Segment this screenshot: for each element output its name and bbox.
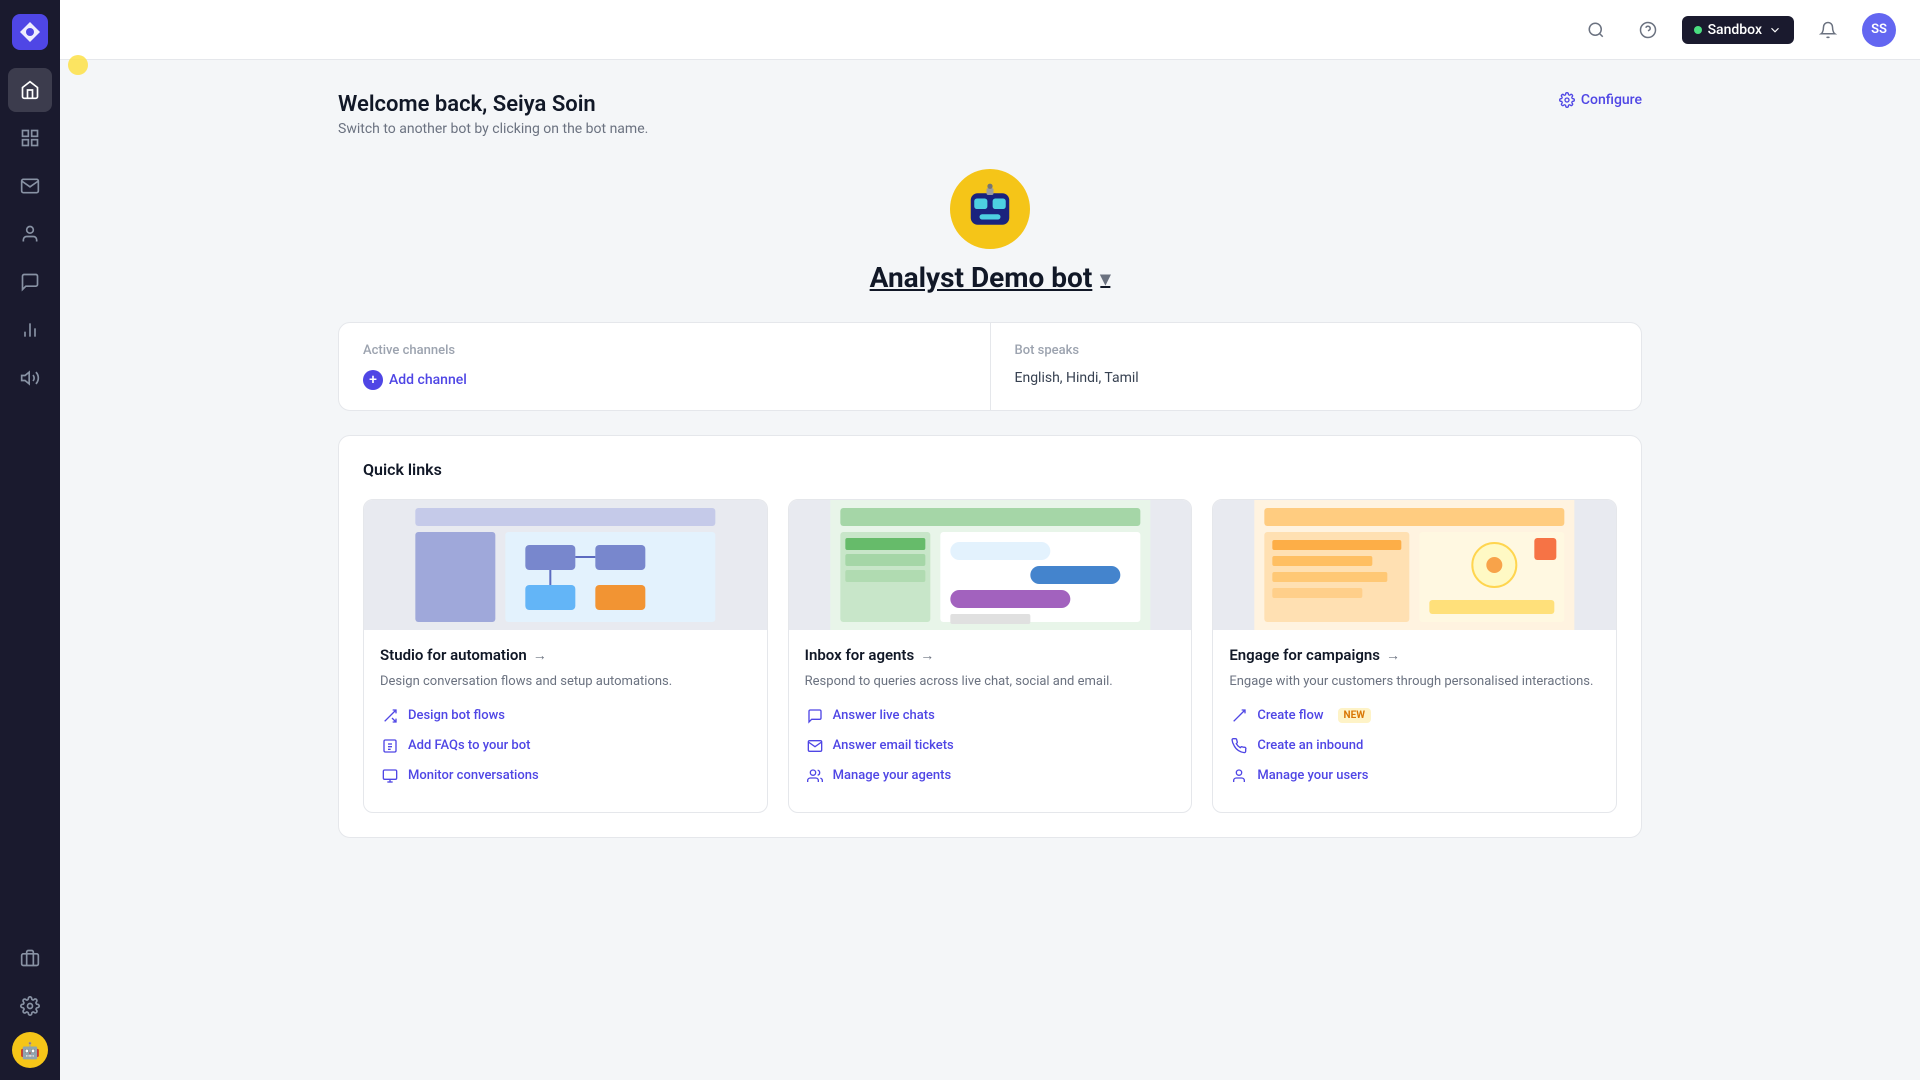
page-content: Welcome back, Seiya Soin Switch to anoth… <box>290 60 1690 1080</box>
sidebar-item-contacts[interactable] <box>8 212 52 256</box>
bot-speaks-label: Bot speaks <box>1015 343 1618 358</box>
user-initials: SS <box>1871 22 1887 37</box>
sidebar: 🤖 <box>0 0 60 1080</box>
ql-link-design-flows[interactable]: Design bot flows <box>380 706 751 726</box>
sidebar-item-conversations[interactable] <box>8 260 52 304</box>
bot-name-chevron-icon: ▾ <box>1100 266 1110 290</box>
ql-card-studio-title: Studio for automation → <box>380 646 751 664</box>
createflow-icon <box>1229 706 1249 726</box>
new-badge: NEW <box>1338 708 1371 723</box>
topbar: Sandbox SS <box>60 0 1920 60</box>
bot-avatar-sidebar[interactable]: 🤖 <box>12 1032 48 1068</box>
chat-icon <box>805 706 825 726</box>
ql-card-studio-body: Studio for automation → Design conversat… <box>364 630 767 812</box>
sandbox-selector[interactable]: Sandbox <box>1682 16 1794 44</box>
sidebar-item-settings[interactable] <box>8 984 52 1028</box>
bot-languages: English, Hindi, Tamil <box>1015 370 1618 386</box>
sandbox-label: Sandbox <box>1708 22 1762 38</box>
sidebar-item-analytics[interactable] <box>8 308 52 352</box>
ql-link-email-tickets[interactable]: Answer email tickets <box>805 736 1176 756</box>
ql-link-create-inbound[interactable]: Create an inbound <box>1229 736 1600 756</box>
main-content: Sandbox SS Welcome back, Seiya Soin Swit… <box>60 0 1920 1080</box>
configure-button[interactable]: Configure <box>1559 92 1642 108</box>
agents-icon <box>805 766 825 786</box>
add-channel-label: Add channel <box>389 372 467 388</box>
inbound-icon <box>1229 736 1249 756</box>
ql-link-monitor[interactable]: Monitor conversations <box>380 766 751 786</box>
bot-header: Analyst Demo bot ▾ <box>338 169 1642 294</box>
notifications-icon[interactable] <box>1810 12 1846 48</box>
configure-icon <box>1559 92 1575 108</box>
faq-icon <box>380 736 400 756</box>
arrow-icon-3: → <box>1386 647 1400 664</box>
ql-link-manage-users[interactable]: Manage your users <box>1229 766 1600 786</box>
welcome-subtext: Switch to another bot by clicking on the… <box>338 121 648 137</box>
email-icon <box>805 736 825 756</box>
ql-card-inbox-body: Inbox for agents → Respond to queries ac… <box>789 630 1192 812</box>
sidebar-item-integrations[interactable] <box>8 936 52 980</box>
app-logo[interactable] <box>10 12 50 52</box>
ql-card-studio: Studio for automation → Design conversat… <box>363 499 768 813</box>
active-channels-label: Active channels <box>363 343 966 358</box>
ql-card-engage-body: Engage for campaigns → Engage with your … <box>1213 630 1616 812</box>
ql-link-create-flow[interactable]: Create flow NEW <box>1229 706 1600 726</box>
flow-icon <box>380 706 400 726</box>
search-icon[interactable] <box>1578 12 1614 48</box>
channels-right: Bot speaks English, Hindi, Tamil <box>991 323 1642 410</box>
channels-card: Active channels + Add channel Bot speaks… <box>338 322 1642 411</box>
arrow-icon-2: → <box>920 647 934 664</box>
sidebar-item-campaigns[interactable] <box>8 356 52 400</box>
channels-left: Active channels + Add channel <box>339 323 991 410</box>
welcome-heading: Welcome back, Seiya Soin <box>338 92 648 117</box>
ql-link-live-chats[interactable]: Answer live chats <box>805 706 1176 726</box>
arrow-icon: → <box>533 647 547 664</box>
quick-links-grid: Studio for automation → Design conversat… <box>363 499 1617 813</box>
help-icon[interactable] <box>1630 12 1666 48</box>
ql-card-engage: Engage for campaigns → Engage with your … <box>1212 499 1617 813</box>
quick-links-section: Quick links <box>338 435 1642 838</box>
ql-card-inbox-image <box>789 500 1192 630</box>
plus-circle-icon: + <box>363 370 383 390</box>
ql-card-inbox-desc: Respond to queries across live chat, soc… <box>805 672 1176 692</box>
user-avatar[interactable]: SS <box>1862 13 1896 47</box>
monitor-icon <box>380 766 400 786</box>
sidebar-item-inbox[interactable] <box>8 164 52 208</box>
chevron-down-icon <box>1768 23 1782 37</box>
sidebar-item-home[interactable] <box>8 68 52 112</box>
ql-link-manage-agents[interactable]: Manage your agents <box>805 766 1176 786</box>
add-channel-button[interactable]: + Add channel <box>363 370 966 390</box>
sandbox-status-dot <box>1694 26 1702 34</box>
ql-card-studio-image <box>364 500 767 630</box>
quick-links-title: Quick links <box>363 460 1617 479</box>
configure-label: Configure <box>1581 92 1642 108</box>
welcome-section: Welcome back, Seiya Soin Switch to anoth… <box>338 92 1642 137</box>
ql-card-engage-title: Engage for campaigns → <box>1229 646 1600 664</box>
ql-card-studio-desc: Design conversation flows and setup auto… <box>380 672 751 692</box>
ql-link-add-faqs[interactable]: Add FAQs to your bot <box>380 736 751 756</box>
ql-card-inbox: Inbox for agents → Respond to queries ac… <box>788 499 1193 813</box>
bot-avatar <box>950 169 1030 249</box>
ql-card-engage-desc: Engage with your customers through perso… <box>1229 672 1600 692</box>
sidebar-item-overview[interactable] <box>8 116 52 160</box>
welcome-text: Welcome back, Seiya Soin Switch to anoth… <box>338 92 648 137</box>
users-icon <box>1229 766 1249 786</box>
ql-card-inbox-title: Inbox for agents → <box>805 646 1176 664</box>
bot-name[interactable]: Analyst Demo bot ▾ <box>870 261 1111 294</box>
ql-card-engage-image <box>1213 500 1616 630</box>
